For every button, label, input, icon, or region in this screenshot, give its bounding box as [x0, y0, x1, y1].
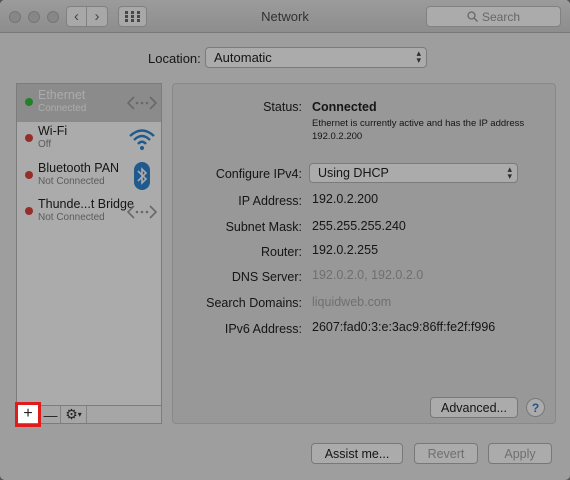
apply-button[interactable]: Apply: [488, 443, 552, 464]
ethernet-icon: [127, 96, 157, 110]
search-placeholder: Search: [481, 9, 521, 24]
ipv6-address-value: 2607:fad0:3:e:3ac9:86ff:fe2f:f996: [312, 320, 496, 334]
status-label: Status:: [263, 100, 302, 114]
service-status: Not Connected: [38, 176, 105, 187]
network-preferences-window: ‹ › Network Search Location: Automatic ▴…: [0, 0, 570, 480]
location-popup[interactable]: Automatic ▴ ▾: [205, 47, 427, 68]
status-description: Ethernet is currently active and has the…: [312, 118, 525, 142]
service-item-ethernet[interactable]: Ethernet Connected: [17, 84, 161, 122]
service-status: Off: [38, 139, 52, 150]
subnet-mask-label: Subnet Mask:: [225, 220, 302, 234]
configure-ipv4-popup[interactable]: Using DHCP ▴ ▾: [309, 163, 518, 183]
service-name: Thunde...t Bridge: [38, 197, 134, 211]
service-item-wifi[interactable]: Wi-Fi Off: [17, 120, 161, 158]
status-dot: [25, 98, 33, 106]
highlight-box: [15, 402, 41, 427]
service-name: Bluetooth PAN: [38, 161, 120, 175]
status-dot: [25, 134, 33, 142]
status-dot: [25, 207, 33, 215]
service-status: Connected: [38, 103, 87, 114]
thunderbolt-bridge-icon: [127, 205, 157, 219]
ip-address-label: IP Address:: [238, 194, 302, 208]
popup-chevron-icon: ▴ ▾: [507, 164, 512, 181]
status-dot: [25, 171, 33, 179]
assist-me-button[interactable]: Assist me...: [311, 443, 403, 464]
status-value: Connected: [312, 100, 377, 114]
location-label: Location:: [148, 51, 201, 66]
location-value: Automatic: [214, 50, 272, 65]
service-list: Ethernet Connected Wi-Fi Off Bluetooth P…: [16, 83, 162, 424]
ip-address-value: 192.0.2.200: [312, 192, 379, 206]
service-name: Wi-Fi: [38, 124, 68, 138]
service-item-bluetooth-pan[interactable]: Bluetooth PAN Not Connected: [17, 157, 161, 195]
remove-service-button[interactable]: —: [41, 406, 61, 423]
router-value: 192.0.2.255: [312, 243, 379, 257]
configure-ipv4-value: Using DHCP: [318, 166, 389, 180]
service-name: Ethernet: [38, 88, 86, 102]
action-menu-button[interactable]: ⚙ ▾: [61, 406, 87, 423]
service-status: Not Connected: [38, 212, 105, 223]
subnet-mask-value: 255.255.255.240: [312, 219, 406, 233]
advanced-button[interactable]: Advanced...: [430, 397, 518, 418]
router-label: Router:: [261, 245, 302, 259]
chevron-down-icon: ▾: [77, 410, 82, 419]
configure-ipv4-label: Configure IPv4:: [215, 167, 302, 181]
revert-button[interactable]: Revert: [414, 443, 478, 464]
popup-chevron-icon: ▴ ▾: [416, 48, 421, 65]
minus-icon: —: [43, 406, 58, 423]
gear-icon: ⚙: [65, 406, 78, 422]
search-domains-label: Search Domains:: [206, 296, 302, 310]
title-bar: ‹ › Network Search: [0, 0, 570, 33]
dns-server-value: 192.0.2.0, 192.0.2.0: [312, 268, 424, 282]
search-field[interactable]: Search: [426, 6, 561, 27]
service-item-thunderbolt-bridge[interactable]: Thunde...t Bridge Not Connected: [17, 193, 161, 231]
ipv6-address-label: IPv6 Address:: [224, 322, 302, 336]
dns-server-label: DNS Server:: [231, 270, 302, 284]
wifi-icon: [129, 129, 155, 150]
search-domains-value: liquidweb.com: [312, 295, 392, 309]
bluetooth-icon: [134, 162, 150, 190]
search-icon: [467, 11, 478, 22]
help-button[interactable]: ?: [526, 398, 545, 417]
